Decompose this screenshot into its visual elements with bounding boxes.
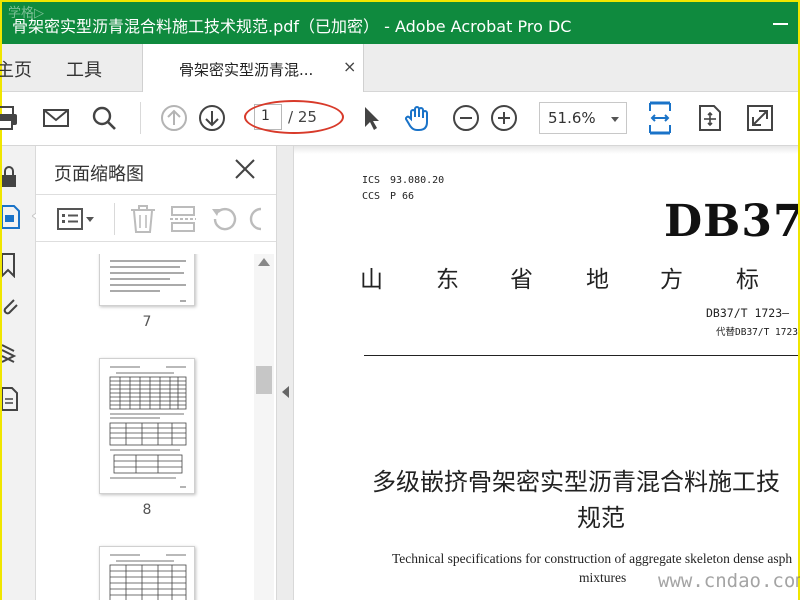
main-toolbar: 1 / 25 51.6% [0,92,798,146]
close-icon[interactable] [232,156,258,182]
thumbnail-list: 7 8 [36,254,276,600]
email-icon[interactable] [38,100,74,136]
window-title: 骨架密实型沥青混合料施工技术规范.pdf（已加密） - Adobe Acroba… [12,17,572,36]
menu-row: 主页 工具 骨架密实型沥青混... × [0,44,798,92]
heading-char: 山 [360,267,383,293]
panel-divider [114,203,115,235]
english-title-line2: mixtures [579,570,627,585]
extract-icon[interactable] [168,205,198,233]
page-top-shadow [294,146,798,154]
chevron-down-icon [611,117,619,122]
ccs-label: CCS [362,191,381,202]
zoom-in-icon[interactable] [486,100,522,136]
page-thumbnail[interactable] [99,546,195,600]
site-watermark: www.cndao.com [658,570,800,592]
rotate-counterclockwise-icon[interactable] [208,205,238,233]
replaces-standard: 代替DB37/T 1723- [716,327,798,338]
fit-page-icon[interactable] [692,100,728,136]
zoom-value: 51.6% [548,109,596,127]
page-thumbnail[interactable] [99,254,195,306]
previous-page-icon[interactable] [156,100,192,136]
close-tab-button[interactable]: × [343,57,356,76]
heading-char: 标 [736,267,759,293]
english-title-line1: Technical specifications for constructio… [392,551,793,566]
page-thumbnail[interactable] [99,358,195,494]
fit-width-icon[interactable] [642,100,678,136]
page-number-label: 8 [142,502,152,518]
search-icon[interactable] [86,100,122,136]
scrollbar-thumb[interactable] [256,366,272,394]
page-number-label: 7 [142,314,152,330]
next-page-icon[interactable] [194,100,230,136]
heading-char: 方 [660,267,683,293]
navigation-strip [1,146,43,600]
scroll-up-arrow-icon[interactable] [258,258,270,266]
panel-splitter[interactable] [276,146,294,600]
document-icon[interactable] [1,386,26,412]
panel-toolbar [36,194,276,242]
tools-menu-item[interactable]: 工具 [66,56,102,82]
document-tab-label: 骨架密实型沥青混... [179,61,314,79]
thumbnail-scrollbar[interactable] [254,254,274,600]
document-tab[interactable]: 骨架密实型沥青混... × [142,44,364,92]
toolbar-divider [140,102,141,134]
page-thumbnails-icon[interactable] [1,204,26,230]
full-screen-icon[interactable] [742,100,778,136]
minimize-button[interactable] [766,8,796,38]
ccs-value: P 66 [390,191,415,202]
panel-title: 页面缩略图 [54,164,144,185]
home-menu-item[interactable]: 主页 [0,56,32,82]
rotate-clockwise-icon[interactable] [248,205,268,233]
options-menu-icon[interactable] [56,205,96,233]
select-arrow-icon[interactable] [352,100,388,136]
heading-char: 省 [510,267,533,293]
document-title-line2: 规范 [577,504,625,532]
heading-char: 东 [436,267,459,293]
standard-number: DB37/T 1723— [706,306,790,320]
attachment-icon[interactable] [2,296,26,322]
ics-label: ICS [362,175,381,186]
document-view[interactable]: ICS 93.080.20 CCS P 66 DB37 山 东 省 地 方 标 … [294,146,798,600]
collapse-panel-arrow-icon[interactable] [282,386,289,398]
header-rule [364,355,798,356]
standard-code-logo: DB37 [664,196,798,247]
document-title-line1: 多级嵌挤骨架密实型沥青混合料施工技 [372,468,780,496]
hand-tool-icon[interactable] [400,100,436,136]
title-bar: 学格▷ 骨架密实型沥青混合料施工技术规范.pdf（已加密） - Adobe Ac… [2,2,798,44]
page-thumbnails-panel: 页面缩略图 7 8 [36,146,276,600]
lock-icon[interactable] [2,164,26,190]
delete-icon[interactable] [128,205,158,233]
heading-char: 地 [586,267,609,293]
zoom-out-icon[interactable] [448,100,484,136]
zoom-level-select[interactable]: 51.6% [539,102,627,134]
layers-icon[interactable] [1,342,26,368]
print-icon[interactable] [0,100,24,136]
highlight-annotation-ellipse [244,100,344,134]
bookmark-icon[interactable] [1,252,26,279]
ics-value: 93.080.20 [390,175,445,186]
